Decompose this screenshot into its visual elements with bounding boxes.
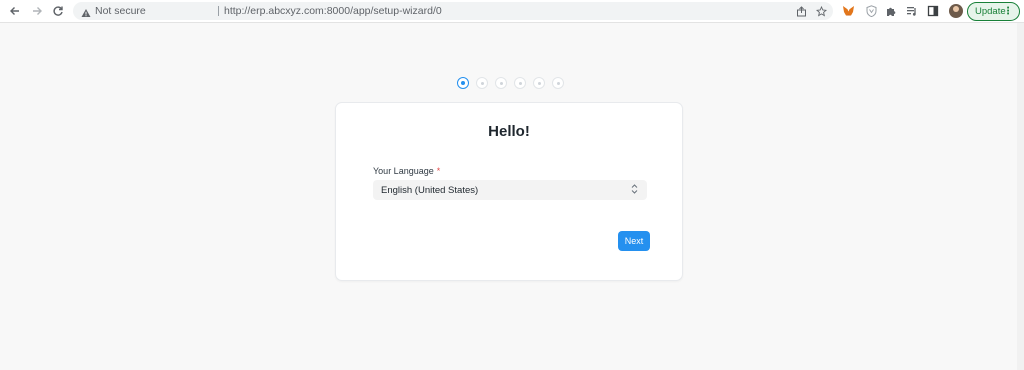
- language-label-text: Your Language: [373, 166, 434, 176]
- media-icon[interactable]: [905, 4, 919, 18]
- step-indicator: [495, 77, 507, 89]
- chevron-updown-icon: [631, 183, 638, 196]
- menu-icon[interactable]: ⋮: [1003, 6, 1013, 18]
- next-button[interactable]: Next: [618, 231, 650, 251]
- page-title: Hello!: [488, 123, 530, 140]
- star-icon[interactable]: [815, 5, 827, 17]
- metamask-icon[interactable]: [841, 4, 855, 18]
- step-indicator: [533, 77, 545, 89]
- step-indicator: [476, 77, 488, 89]
- address-bar[interactable]: Not secure http://erp.abcxyz.com:8000/ap…: [73, 2, 833, 20]
- page-scrollbar[interactable]: [1017, 23, 1024, 370]
- sidepanel-icon[interactable]: [926, 4, 940, 18]
- share-icon[interactable]: [795, 5, 807, 17]
- setup-wizard-card: Hello! Your Language * English (United St…: [335, 102, 683, 281]
- step-indicator: [552, 77, 564, 89]
- browser-toolbar: Not secure http://erp.abcxyz.com:8000/ap…: [0, 0, 1024, 23]
- forward-icon[interactable]: [29, 3, 45, 19]
- back-icon[interactable]: [7, 3, 23, 19]
- url-text[interactable]: http://erp.abcxyz.com:8000/app/setup-wiz…: [224, 5, 442, 17]
- language-select[interactable]: English (United States): [373, 180, 647, 200]
- reload-icon[interactable]: [50, 3, 66, 19]
- required-marker: *: [436, 166, 441, 176]
- avatar[interactable]: [949, 4, 963, 18]
- warning-icon[interactable]: [81, 5, 91, 23]
- security-status[interactable]: Not secure: [95, 5, 146, 17]
- language-label: Your Language *: [373, 166, 440, 176]
- puzzle-icon[interactable]: [884, 4, 898, 18]
- language-select-value: English (United States): [381, 184, 479, 196]
- omnibox-divider: [218, 6, 219, 16]
- shield-icon[interactable]: [864, 4, 878, 18]
- update-button[interactable]: Update ⋮: [967, 2, 1020, 21]
- step-indicator-active: [457, 77, 469, 89]
- update-label: Update: [975, 6, 1006, 17]
- step-indicator: [514, 77, 526, 89]
- wizard-stepper: [457, 77, 564, 89]
